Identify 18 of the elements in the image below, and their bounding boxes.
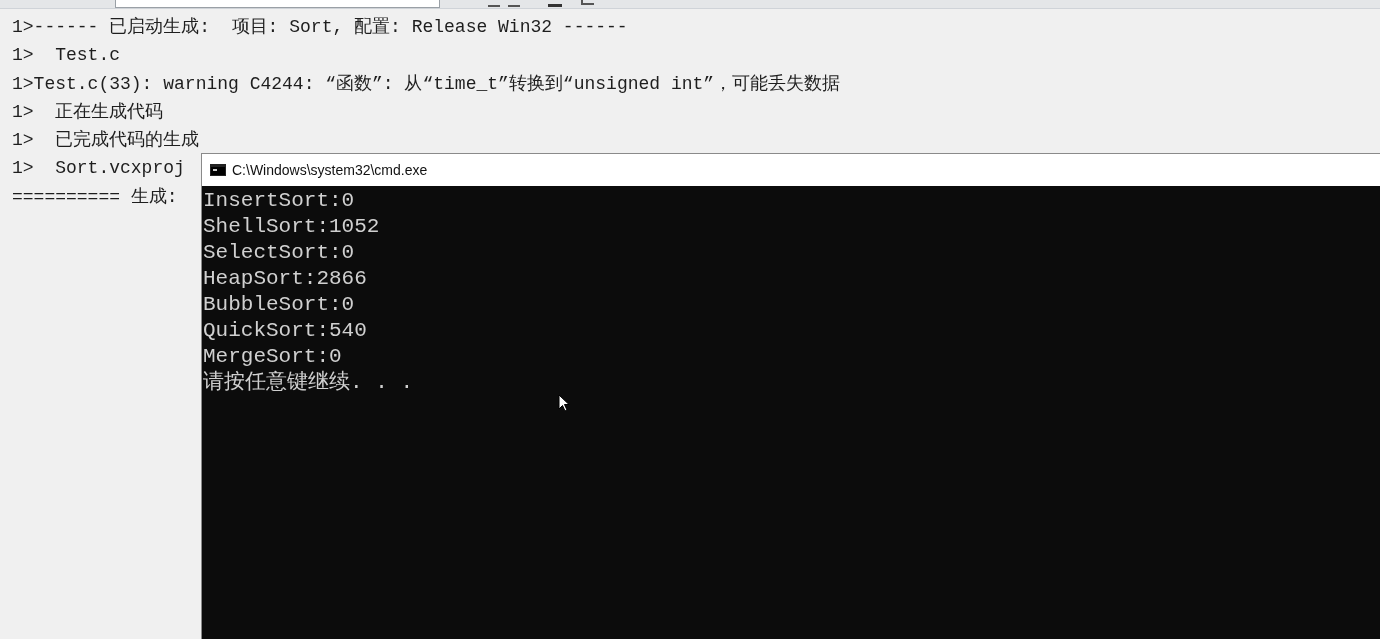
window-title: C:\Windows\system32\cmd.exe: [232, 160, 428, 180]
output-line: 1>------ 已启动生成: 项目: Sort, 配置: Release Win32 ------: [12, 16, 628, 39]
output-line: 1>Test.c(33): warning C4244: “函数”: 从“time_t”转换到“unsigned int”，可能丢失数据: [12, 72, 841, 96]
output-line: 1> Sort.vcxproj: [12, 157, 185, 181]
output-line: 1> Test.c: [12, 44, 121, 68]
console-line: InsertSort:0: [203, 188, 355, 214]
console-line: QuickSort:540: [203, 318, 367, 344]
console-line: 请按任意键继续. . .: [203, 370, 413, 396]
console-line: SelectSort:0: [203, 240, 355, 266]
output-line: 1> 已完成代码的生成: [12, 129, 200, 153]
console-icon: [210, 164, 226, 176]
console-line: ShellSort:1052: [203, 214, 380, 240]
output-line: 1> 正在生成代码: [12, 100, 164, 124]
console-line: BubbleSort:0: [203, 292, 355, 318]
output-line: ========== 生成:: [12, 185, 178, 209]
console-line: HeapSort:2866: [203, 266, 367, 292]
console-line: MergeSort:0: [203, 344, 342, 370]
mouse-cursor-icon: [558, 394, 570, 412]
